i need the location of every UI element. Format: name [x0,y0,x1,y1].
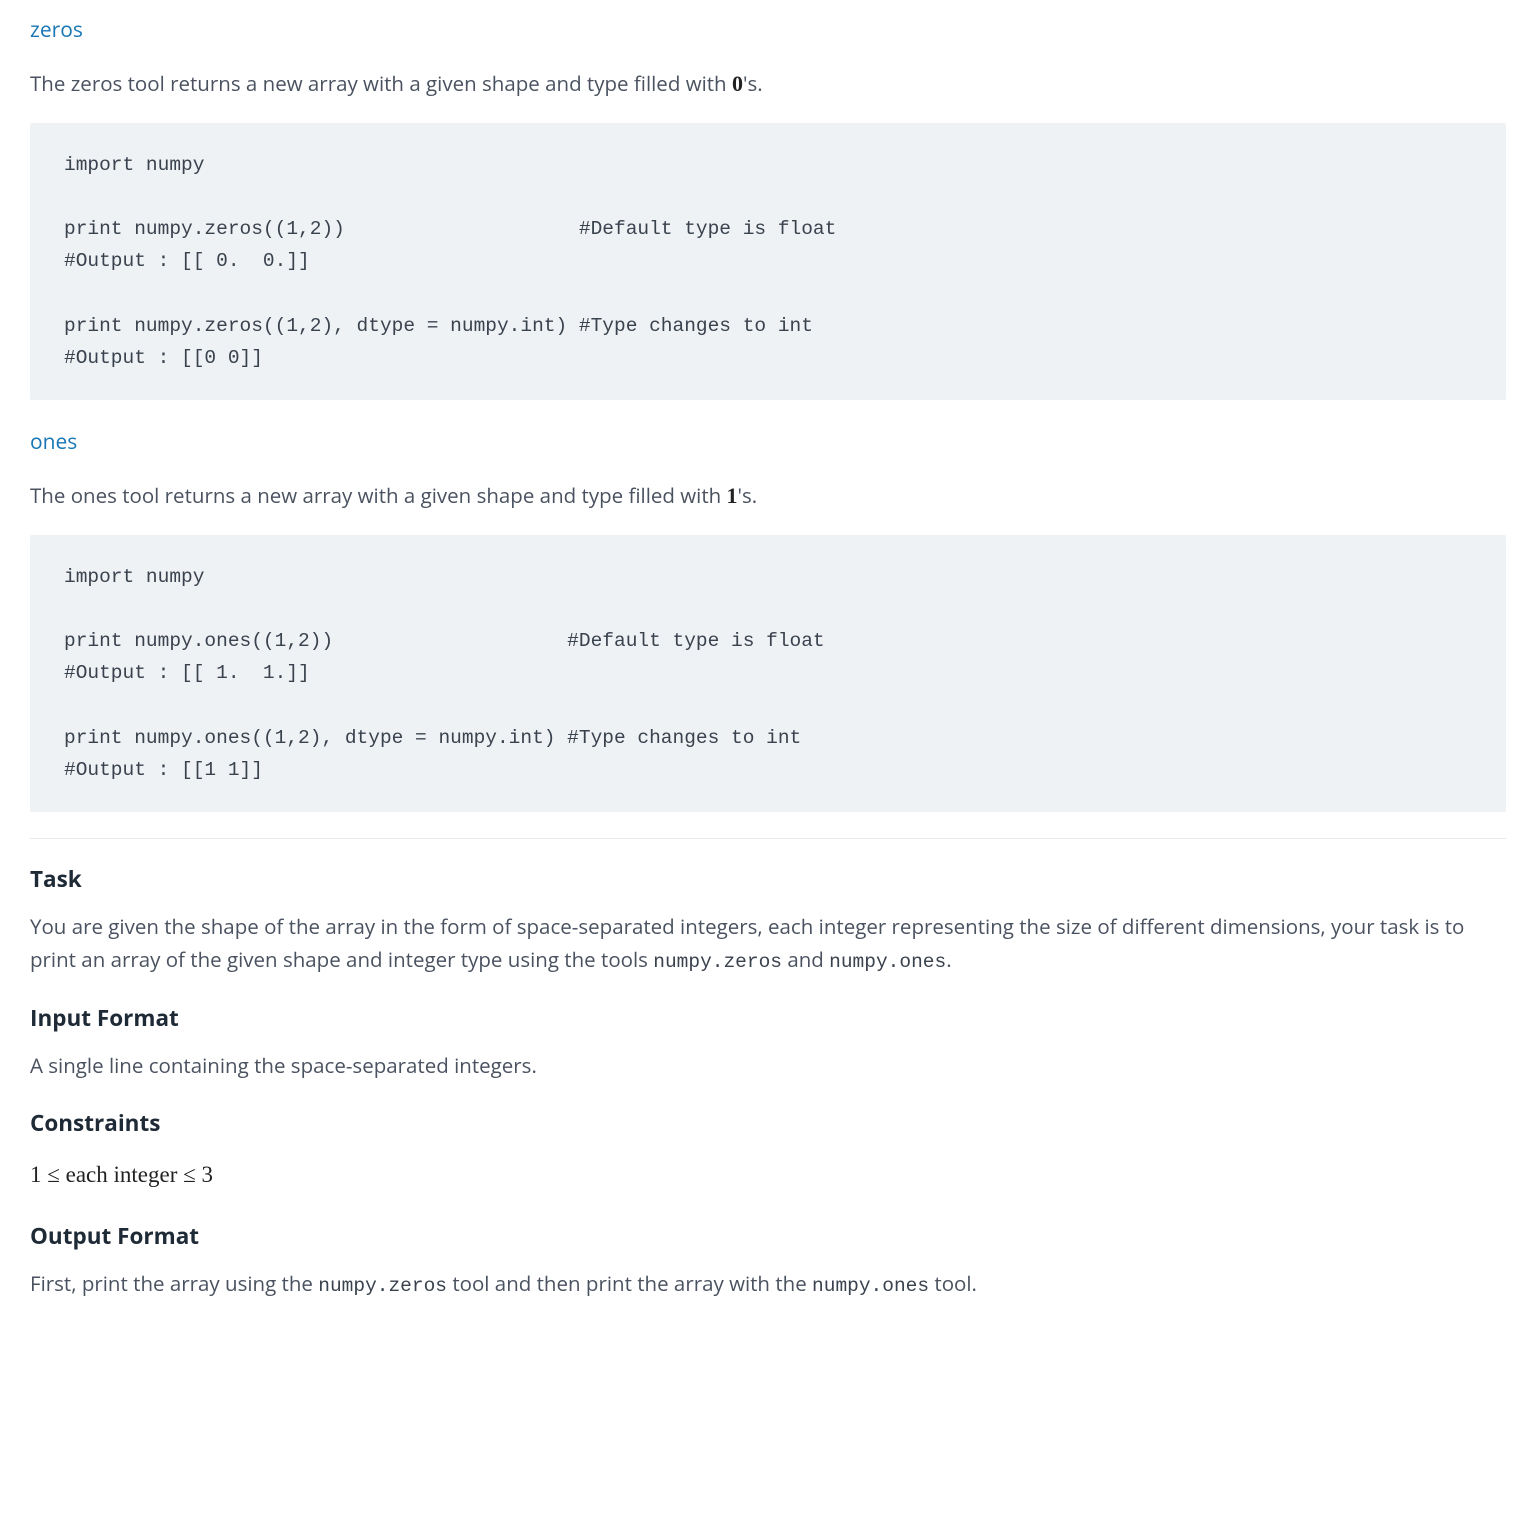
output-format-heading: Output Format [30,1218,1506,1254]
problem-statement: zeros The zeros tool returns a new array… [0,0,1536,1352]
task-text-mid: and [782,946,829,974]
ones-section: ones The ones tool returns a new array w… [30,426,1506,812]
output-code-zeros: numpy.zeros [318,1275,447,1297]
constraints-text: 1 ≤ each integer ≤ 3 [30,1157,1506,1194]
task-text: You are given the shape of the array in … [30,911,1506,978]
zeros-section: zeros The zeros tool returns a new array… [30,14,1506,400]
ones-desc-pre: The ones tool returns a new array with a… [30,482,727,510]
zeros-desc-pre: The zeros tool returns a new array with … [30,70,732,98]
ones-desc-bold: 1 [727,483,738,508]
output-format-text: First, print the array using the numpy.z… [30,1268,1506,1302]
task-heading: Task [30,861,1506,897]
zeros-code-block: import numpy print numpy.zeros((1,2)) #D… [30,123,1506,400]
input-format-text: A single line containing the space-separ… [30,1050,1506,1083]
ones-link[interactable]: ones [30,428,77,456]
zeros-desc-bold: 0 [732,71,743,96]
output-text-pre: First, print the array using the [30,1270,318,1298]
ones-desc-post: 's. [738,482,758,510]
output-text-post: tool. [929,1270,977,1298]
ones-description: The ones tool returns a new array with a… [30,478,1506,513]
zeros-desc-post: 's. [743,70,763,98]
input-format-heading: Input Format [30,1000,1506,1036]
zeros-description: The zeros tool returns a new array with … [30,66,1506,101]
divider [30,838,1506,839]
output-text-mid: tool and then print the array with the [447,1270,812,1298]
task-code-zeros: numpy.zeros [653,951,782,973]
constraints-heading: Constraints [30,1105,1506,1141]
zeros-link[interactable]: zeros [30,16,83,44]
task-code-ones: numpy.ones [829,951,946,973]
output-code-ones: numpy.ones [812,1275,929,1297]
ones-code-block: import numpy print numpy.ones((1,2)) #De… [30,535,1506,812]
task-text-post: . [946,946,951,974]
